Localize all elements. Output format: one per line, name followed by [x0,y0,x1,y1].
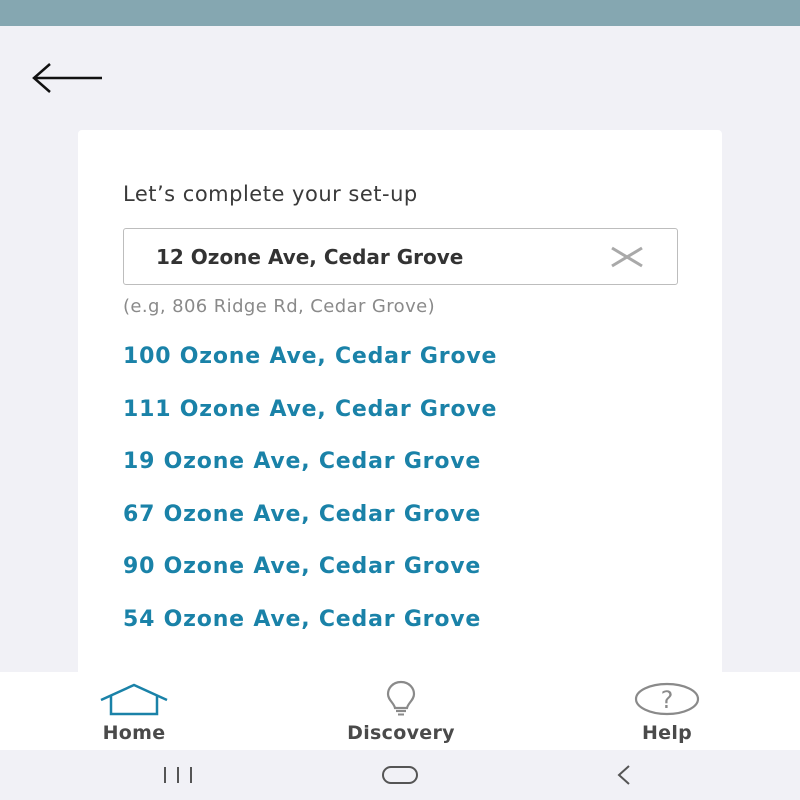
question-circle-icon: ? [634,682,700,716]
recent-apps-button[interactable] [158,762,198,788]
house-icon [100,683,168,716]
setup-title: Let’s complete your set-up [123,182,418,206]
suggestion-item[interactable]: 111 Ozone Ave, Cedar Grove [123,397,497,450]
status-bar [0,0,800,26]
lightbulb-icon [386,680,416,716]
example-hint: (e.g, 806 Ridge Rd, Cedar Grove) [123,296,436,317]
suggestion-item[interactable]: 67 Ozone Ave, Cedar Grove [123,502,497,555]
nav-discovery[interactable]: Discovery [326,680,476,746]
nav-discovery-label: Discovery [347,722,455,744]
bottom-nav: Home Discovery ? Help [0,672,800,750]
suggestion-item[interactable]: 90 Ozone Ave, Cedar Grove [123,554,497,607]
nav-home[interactable]: Home [88,680,180,746]
address-input[interactable] [156,244,596,269]
chevron-left-icon [617,765,630,785]
nav-home-label: Home [102,722,166,744]
nav-help-label: Help [641,722,693,744]
nav-help[interactable]: ? Help [626,680,708,746]
home-system-button[interactable] [380,762,420,788]
arrow-left-icon [32,63,102,93]
suggestion-list: 100 Ozone Ave, Cedar Grove 111 Ozone Ave… [123,344,497,659]
suggestion-item[interactable]: 19 Ozone Ave, Cedar Grove [123,449,497,502]
system-nav-bar [0,750,800,800]
system-back-button[interactable] [604,762,644,788]
recent-apps-icon [164,767,192,783]
close-icon [611,246,643,268]
setup-card: Let’s complete your set-up (e.g, 806 Rid… [78,130,722,690]
home-circle-icon [382,766,418,784]
suggestion-item[interactable]: 100 Ozone Ave, Cedar Grove [123,344,497,397]
back-button[interactable] [30,60,106,96]
svg-text:?: ? [661,686,674,714]
suggestion-item[interactable]: 54 Ozone Ave, Cedar Grove [123,607,497,660]
address-field[interactable] [123,228,678,285]
clear-button[interactable] [607,243,647,271]
